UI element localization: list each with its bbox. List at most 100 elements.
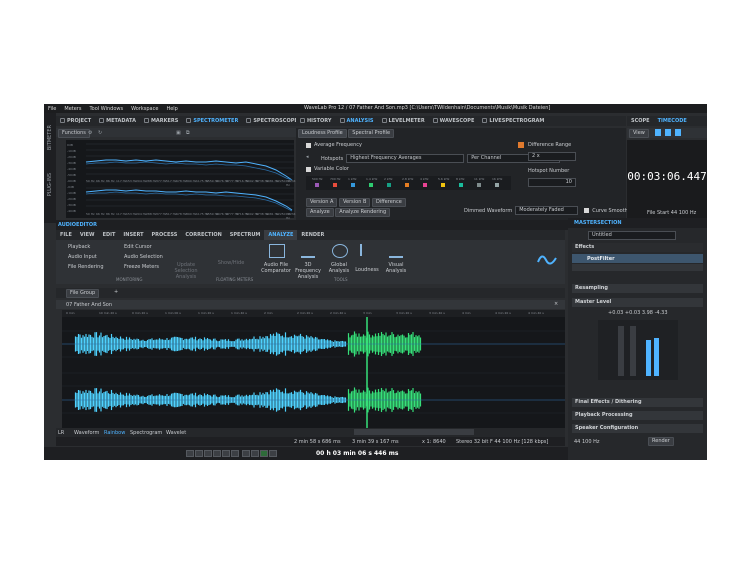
show-hide-button[interactable]: Show/Hide bbox=[216, 260, 246, 266]
side-tab-bitmeter[interactable]: BITMETER bbox=[47, 125, 53, 150]
forward-icon[interactable] bbox=[213, 450, 221, 457]
tab-metadata[interactable]: METADATA bbox=[95, 116, 140, 126]
tab-file[interactable]: FILE bbox=[56, 230, 76, 240]
wavelet-tab[interactable]: Wavelet bbox=[166, 430, 186, 436]
tab-markers[interactable]: MARKERS bbox=[140, 116, 182, 126]
speaker-config-row[interactable]: Speaker Configuration bbox=[572, 424, 703, 433]
horizontal-scrollbar[interactable] bbox=[354, 429, 474, 435]
edit-cursor-option[interactable]: Edit Cursor bbox=[124, 244, 152, 250]
subtab-spectral[interactable]: Spectral Profile bbox=[348, 129, 395, 138]
previous-icon[interactable] bbox=[195, 450, 203, 457]
tab-view[interactable]: VIEW bbox=[76, 230, 99, 240]
go-to-start-icon[interactable] bbox=[186, 450, 194, 457]
file-rendering-option[interactable]: File Rendering bbox=[68, 264, 104, 270]
difference-button[interactable]: Difference bbox=[372, 198, 406, 207]
average-frequency-checkbox[interactable] bbox=[306, 142, 311, 148]
tab-timecode[interactable]: TIMECODE bbox=[654, 116, 691, 126]
tab-process[interactable]: PROCESS bbox=[148, 230, 182, 240]
menu-workspace[interactable]: Workspace bbox=[127, 106, 162, 112]
fader-right[interactable] bbox=[630, 326, 636, 376]
global-analysis-button[interactable]: Global Analysis bbox=[324, 262, 354, 274]
hotspot-marker[interactable] bbox=[405, 183, 409, 187]
hotspot-number-input[interactable]: 10 bbox=[528, 178, 576, 187]
rewind-icon[interactable] bbox=[204, 450, 212, 457]
hotspots-select[interactable]: Highest Frequency Averages bbox=[346, 154, 465, 163]
functions-menu[interactable]: Functions bbox=[58, 129, 90, 138]
hotspot-marker[interactable] bbox=[315, 183, 319, 187]
playback-processing-row[interactable]: Playback Processing bbox=[572, 411, 703, 420]
plus-icon[interactable] bbox=[665, 129, 671, 136]
minus-icon[interactable] bbox=[675, 129, 681, 136]
tab-analyze[interactable]: ANALYZE bbox=[264, 230, 298, 240]
hotspot-marker[interactable] bbox=[351, 183, 355, 187]
menu-help[interactable]: Help bbox=[162, 106, 181, 112]
waveform-view[interactable] bbox=[62, 317, 565, 428]
waveform-tab[interactable]: Waveform bbox=[74, 430, 99, 436]
hotspot-marker[interactable] bbox=[459, 183, 463, 187]
tab-history[interactable]: HISTORY bbox=[296, 116, 336, 126]
play-icon[interactable] bbox=[260, 450, 268, 457]
add-tab-icon[interactable]: + bbox=[114, 289, 118, 295]
hotspot-marker[interactable] bbox=[369, 183, 373, 187]
hotspot-marker[interactable] bbox=[387, 183, 391, 187]
dimmed-waveform-select[interactable]: Moderately Faded bbox=[515, 206, 579, 215]
record-icon[interactable] bbox=[269, 450, 277, 457]
tab-wavescope[interactable]: WAVESCOPE bbox=[429, 116, 479, 126]
rainbow-tab[interactable]: Rainbow bbox=[104, 430, 125, 436]
curve-smoothing-checkbox[interactable] bbox=[584, 208, 590, 213]
add-plugin-slot[interactable] bbox=[572, 264, 703, 271]
tab-project[interactable]: PROJECT bbox=[56, 116, 95, 126]
difference-range-select[interactable]: 2 x bbox=[528, 152, 576, 161]
file-tab[interactable]: 07 Father And Son bbox=[66, 302, 112, 308]
copy-icon[interactable]: ⧉ bbox=[186, 130, 190, 136]
add-icon[interactable] bbox=[655, 129, 661, 136]
master-preset[interactable]: Untitled bbox=[588, 231, 676, 240]
tab-insert[interactable]: INSERT bbox=[119, 230, 147, 240]
tab-levelmeter[interactable]: LEVELMETER bbox=[378, 116, 429, 126]
hotspot-marker[interactable] bbox=[423, 183, 427, 187]
resampling-row[interactable]: Resampling bbox=[572, 284, 703, 293]
tab-spectroscope[interactable]: SPECTROSCOPE bbox=[242, 116, 301, 126]
variable-color-checkbox[interactable] bbox=[306, 166, 311, 172]
go-to-end-icon[interactable] bbox=[231, 450, 239, 457]
subtab-loudness[interactable]: Loudness Profile bbox=[298, 129, 347, 138]
plugin-slot[interactable]: PostFilter bbox=[572, 254, 703, 263]
audio-file-comparator-button[interactable]: Audio File Comparator bbox=[261, 262, 291, 274]
hotspot-marker[interactable] bbox=[477, 183, 481, 187]
update-selection-button[interactable]: Update Selection Analysis bbox=[171, 262, 201, 280]
menu-meters[interactable]: Meters bbox=[60, 106, 85, 112]
spectrogram-tab[interactable]: Spectrogram bbox=[130, 430, 162, 436]
hotspot-marker[interactable] bbox=[495, 183, 499, 187]
loudness-button[interactable]: Loudness bbox=[352, 267, 382, 273]
lr-tab[interactable]: LR bbox=[58, 430, 64, 436]
color-swatch[interactable] bbox=[518, 142, 524, 148]
menu-tool-windows[interactable]: Tool Windows bbox=[85, 106, 127, 112]
next-icon[interactable] bbox=[222, 450, 230, 457]
file-group-tab[interactable]: File Group bbox=[66, 289, 100, 298]
analyze-rendering-button[interactable]: Analyze Rendering bbox=[335, 208, 391, 217]
side-tab-plugins[interactable]: PLUG-INS bbox=[47, 173, 53, 196]
close-icon[interactable]: × bbox=[554, 301, 558, 307]
tab-spectrometer[interactable]: SPECTROMETER bbox=[182, 116, 242, 126]
menu-file[interactable]: File bbox=[44, 106, 60, 112]
tab-correction[interactable]: CORRECTION bbox=[181, 230, 225, 240]
loop-icon[interactable] bbox=[242, 450, 250, 457]
final-effects-row[interactable]: Final Effects / Dithering bbox=[572, 398, 703, 407]
render-button[interactable]: Render bbox=[648, 437, 674, 446]
analyze-button[interactable]: Analyze bbox=[306, 208, 334, 217]
hotspot-marker[interactable] bbox=[441, 183, 445, 187]
gear-icon[interactable]: ⚙ bbox=[88, 130, 92, 136]
reset-icon[interactable]: ↻ bbox=[98, 130, 102, 136]
stop-icon[interactable] bbox=[251, 450, 259, 457]
tab-render[interactable]: RENDER bbox=[297, 230, 328, 240]
3d-frequency-button[interactable]: 3D Frequency Analysis bbox=[293, 262, 323, 280]
version-b-button[interactable]: Version B bbox=[339, 198, 371, 207]
master-level-row[interactable]: Master Level bbox=[572, 298, 703, 307]
fader-left[interactable] bbox=[618, 326, 624, 376]
tab-livespectrogram[interactable]: LIVESPECTROGRAM bbox=[478, 116, 548, 126]
playback-option[interactable]: Playback bbox=[68, 244, 90, 250]
tab-edit[interactable]: EDIT bbox=[99, 230, 120, 240]
freeze-meters-option[interactable]: Freeze Meters bbox=[124, 264, 159, 270]
visual-analysis-button[interactable]: Visual Analysis bbox=[381, 262, 411, 274]
tab-spectrum[interactable]: SPECTRUM bbox=[226, 230, 265, 240]
